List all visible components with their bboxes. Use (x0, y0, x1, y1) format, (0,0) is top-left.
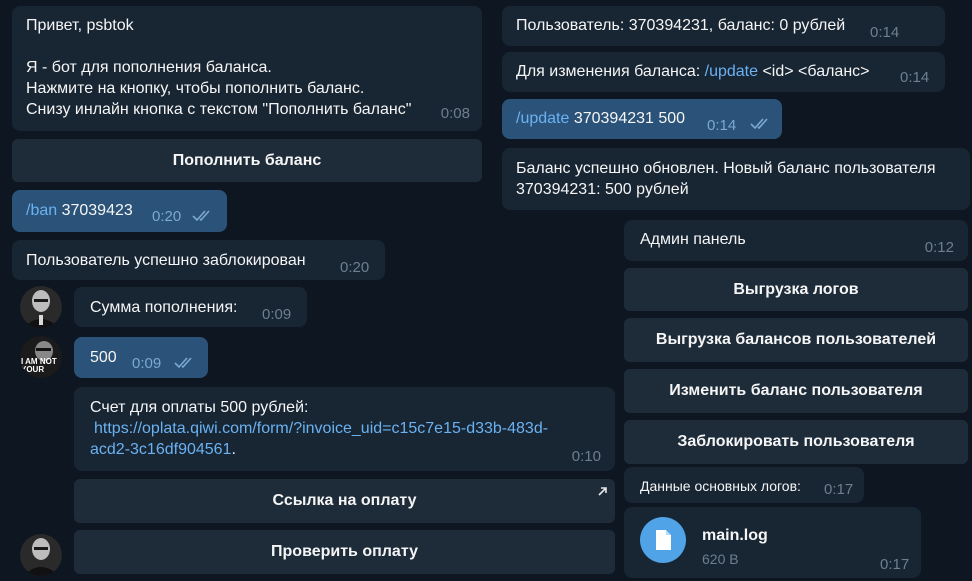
user-info-text: Пользователь: 370394231, баланс: 0 рубле… (516, 17, 846, 34)
document-icon (656, 530, 671, 550)
update-command-link[interactable]: /update (516, 110, 569, 127)
message-time: 0:14 (870, 24, 900, 41)
update-command-message: /update 370394231 500 0:14 (502, 99, 782, 139)
message-time: 0:10 (571, 448, 601, 465)
greeting-line-4: Снизу инлайн кнопка с текстом "Пополнить… (26, 101, 412, 118)
admin-panel-message: Админ панель 0:12 (624, 220, 968, 261)
change-balance-button[interactable]: Изменить баланс пользователя (624, 369, 968, 413)
message-time: 0:14 (900, 69, 930, 86)
message-time: 0:20 (152, 208, 182, 225)
ban-command-arg: 37039423 (57, 202, 133, 219)
avatar[interactable] (20, 534, 62, 576)
user-info-message: Пользователь: 370394231, баланс: 0 рубле… (502, 6, 945, 46)
avatar[interactable] (20, 286, 62, 328)
message-time: 0:09 (132, 355, 162, 372)
balance-updated-line-2: 370394231: 500 рублей (516, 181, 689, 198)
amount-reply-text: 500 (90, 349, 117, 366)
double-check-icon (750, 118, 768, 130)
topup-button[interactable]: Пополнить баланс (12, 139, 482, 182)
message-time: 0:12 (924, 239, 954, 256)
avatar[interactable]: I AM NOT YOUR (20, 336, 62, 378)
file-name[interactable]: main.log (702, 525, 768, 546)
invoice-link[interactable]: https://oplata.qiwi.com/form/?invoice_ui… (94, 420, 548, 437)
admin-panel-text: Админ панель (640, 231, 746, 248)
avatar-photo (20, 286, 62, 328)
file-message: main.log 620 B 0:17 (624, 507, 921, 578)
blocked-message: Пользователь успешно заблокирован 0:20 (12, 240, 385, 280)
greeting-message: Привет, psbtok Я - бот для пополнения ба… (12, 6, 482, 131)
download-logs-button[interactable]: Выгрузка логов (624, 268, 968, 311)
pay-link-button[interactable]: Ссылка на оплату (74, 479, 615, 523)
ban-command-link[interactable]: /ban (26, 202, 57, 219)
update-hint-suffix: <id> <баланс> (758, 63, 870, 80)
download-balances-button[interactable]: Выгрузка балансов пользователей (624, 318, 968, 362)
message-time: 0:14 (707, 117, 737, 134)
pay-link-label: Ссылка на оплату (272, 492, 417, 509)
amount-prompt-message: Сумма пополнения: 0:09 (74, 287, 307, 327)
avatar-caption-2: YOUR (21, 365, 45, 374)
balance-updated-message: Баланс успешно обновлен. Новый баланс по… (502, 148, 970, 210)
message-time: 0:08 (440, 105, 470, 122)
update-command-arg: 370394231 500 (569, 110, 686, 127)
double-check-icon (174, 357, 192, 369)
update-hint-prefix: Для изменения баланса: (516, 63, 705, 80)
invoice-message: Счет для оплаты 500 рублей: https://opla… (74, 387, 615, 471)
amount-reply-message: 500 0:09 (74, 337, 208, 378)
logs-caption-message: Данные основных логов: 0:17 (624, 467, 864, 503)
file-download-icon[interactable] (640, 517, 686, 563)
message-time: 0:09 (262, 306, 292, 323)
check-payment-button[interactable]: Проверить оплату (74, 530, 615, 574)
greeting-line-2: Я - бот для пополнения баланса. (26, 59, 272, 76)
message-time: 0:17 (880, 556, 910, 573)
update-hint-message: Для изменения баланса: /update <id> <бал… (502, 52, 945, 92)
external-link-arrow-icon (598, 487, 607, 496)
update-hint-command[interactable]: /update (705, 63, 758, 80)
ban-command-message: /ban 37039423 0:20 (12, 190, 227, 232)
balance-updated-line-1: Баланс успешно обновлен. Новый баланс по… (516, 160, 936, 177)
message-time: 0:20 (340, 259, 370, 276)
amount-prompt-text: Сумма пополнения: (90, 299, 238, 316)
blocked-text: Пользователь успешно заблокирован (26, 252, 306, 269)
message-time: 0:17 (824, 481, 854, 498)
greeting-line-1: Привет, psbtok (26, 17, 134, 34)
invoice-link-continued[interactable]: acd2-3c16df904561 (90, 441, 231, 458)
invoice-period: . (231, 441, 236, 458)
file-size: 620 B (702, 551, 739, 567)
avatar-photo (20, 534, 62, 576)
logs-caption-text: Данные основных логов: (640, 478, 801, 494)
block-user-button[interactable]: Заблокировать пользователя (624, 420, 968, 464)
invoice-text: Счет для оплаты 500 рублей: (90, 399, 309, 416)
double-check-icon (192, 210, 210, 222)
greeting-line-3: Нажмите на кнопку, чтобы пополнить балан… (26, 80, 365, 97)
